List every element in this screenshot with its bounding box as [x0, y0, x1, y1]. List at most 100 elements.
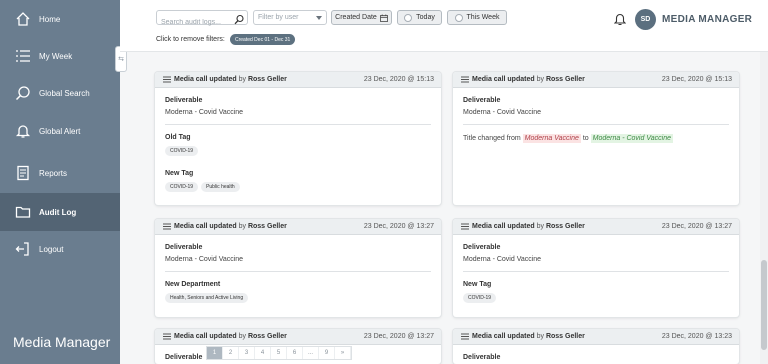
sidebar-item-label: Audit Log: [39, 207, 77, 217]
sidebar-item-audit-log[interactable]: Audit Log: [0, 193, 120, 231]
divider: [463, 271, 729, 272]
sidebar-item-global-alert[interactable]: Global Alert: [0, 112, 120, 150]
deliverable-value: Moderna - Covid Vaccine: [165, 109, 244, 116]
card-header: Media call updated by Ross Geller 23 Dec…: [155, 72, 441, 88]
toolbar: Filter by user Created Date Today This W…: [120, 0, 768, 52]
deliverable-label: Deliverable: [463, 97, 501, 104]
page-button[interactable]: 4: [255, 347, 271, 359]
card-by: by: [238, 223, 246, 230]
card-title: Media call updated by Ross Geller: [472, 223, 585, 230]
today-label: Today: [416, 14, 435, 21]
logout-icon: [13, 239, 33, 259]
card-by: by: [238, 76, 246, 83]
active-filter-chip[interactable]: Created Dec 01 - Dec 31: [230, 34, 296, 45]
section-title: New Department: [165, 281, 221, 288]
deliverable-value: Moderna - Covid Vaccine: [463, 256, 542, 263]
chevron-down-icon: [316, 16, 322, 20]
card-action: Media call updated: [174, 223, 237, 230]
folder-icon: [13, 202, 33, 222]
title-change: Title changed from Moderna Vaccine to Mo…: [463, 134, 729, 144]
avatar[interactable]: SD: [635, 9, 656, 30]
card-title: Media call updated by Ross Geller: [174, 76, 287, 83]
app-name: MEDIA MANAGER: [662, 14, 753, 25]
card-title: Media call updated by Ross Geller: [472, 333, 585, 340]
sidebar-item-label: Logout: [39, 244, 64, 254]
card-header: Media call updated by Ross Geller 23 Dec…: [453, 329, 739, 345]
user-filter-placeholder: Filter by user: [258, 14, 299, 21]
deliverable-value: Moderna - Covid Vaccine: [463, 109, 542, 116]
today-filter-button[interactable]: Today: [397, 10, 442, 25]
old-value: Moderna Vaccine: [522, 134, 581, 143]
card-action: Media call updated: [174, 76, 237, 83]
next-page-button[interactable]: »: [335, 347, 351, 359]
sidebar-item-global-search[interactable]: Global Search: [0, 74, 120, 112]
sidebar-brand: Media Manager: [13, 334, 111, 350]
search-input[interactable]: [157, 16, 231, 29]
page-button[interactable]: 5: [271, 347, 287, 359]
card-action: Media call updated: [174, 333, 237, 340]
page-button[interactable]: 1: [207, 347, 223, 359]
list-icon: [461, 223, 469, 230]
filter-hint: Click to remove filters:: [156, 36, 225, 43]
page-button[interactable]: 6: [287, 347, 303, 359]
page-button[interactable]: 3: [239, 347, 255, 359]
this-week-radio[interactable]: [454, 13, 463, 22]
notification-bell-icon[interactable]: [613, 12, 627, 26]
sidebar-item-reports[interactable]: Reports: [0, 154, 120, 192]
card-user: Ross Geller: [545, 76, 585, 83]
this-week-label: This Week: [466, 14, 500, 21]
section-title: New Tag: [165, 170, 194, 177]
created-date-button[interactable]: Created Date: [331, 10, 392, 25]
document-icon: [13, 163, 33, 183]
pagination: 1 2 3 4 5 6 ... 9 »: [206, 346, 352, 360]
sidebar-item-label: Global Alert: [39, 126, 81, 136]
search-icon[interactable]: [234, 12, 244, 25]
card-header: Media call updated by Ross Geller 23 Dec…: [155, 219, 441, 235]
sidebar: Home My Week Global Search Global Alert …: [0, 0, 120, 364]
this-week-filter-button[interactable]: This Week: [447, 10, 507, 25]
card-action: Media call updated: [472, 333, 535, 340]
search-icon: [13, 83, 33, 103]
page-button[interactable]: 9: [319, 347, 335, 359]
sidebar-item-label: Reports: [39, 168, 68, 178]
section-title: New Tag: [463, 281, 492, 288]
audit-card: Media call updated by Ross Geller 23 Dec…: [155, 219, 441, 317]
sidebar-item-home[interactable]: Home: [0, 0, 120, 38]
list-icon: [13, 46, 33, 66]
change-prefix: Title changed from: [463, 135, 521, 142]
card-title: Media call updated by Ross Geller: [174, 333, 287, 340]
deliverable-label: Deliverable: [463, 244, 501, 251]
card-title: Media call updated by Ross Geller: [472, 76, 585, 83]
card-by: by: [536, 333, 544, 340]
bell-icon: [13, 121, 33, 141]
audit-card: Media call updated by Ross Geller 23 Dec…: [453, 72, 739, 205]
scrollbar[interactable]: [760, 52, 768, 364]
list-icon: [461, 76, 469, 83]
calendar-icon: [379, 14, 388, 22]
sidebar-item-label: Home: [39, 14, 61, 24]
card-by: by: [536, 223, 544, 230]
divider: [165, 271, 431, 272]
card-date: 23 Dec, 2020 @ 13:23: [661, 333, 732, 340]
page-button[interactable]: 2: [223, 347, 239, 359]
card-user: Ross Geller: [247, 333, 287, 340]
deliverable-label: Deliverable: [463, 354, 501, 361]
deliverable-value: Moderna - Covid Vaccine: [165, 256, 244, 263]
home-icon: [13, 9, 33, 29]
today-radio[interactable]: [404, 13, 413, 22]
card-user: Ross Geller: [545, 223, 585, 230]
tag: COVID-19: [463, 293, 497, 303]
card-date: 23 Dec, 2020 @ 13:27: [363, 223, 434, 230]
scrollbar-thumb[interactable]: [761, 260, 767, 350]
card-date: 23 Dec, 2020 @ 15:13: [661, 76, 732, 83]
sidebar-item-logout[interactable]: Logout: [0, 230, 120, 268]
user-filter-select[interactable]: Filter by user: [253, 10, 327, 25]
card-header: Media call updated by Ross Geller 23 Dec…: [453, 72, 739, 88]
divider: [165, 124, 431, 125]
sidebar-item-my-week[interactable]: My Week: [0, 37, 120, 75]
list-icon: [163, 333, 171, 340]
card-user: Ross Geller: [247, 223, 287, 230]
list-icon: [163, 76, 171, 83]
divider: [463, 124, 729, 125]
card-by: by: [536, 76, 544, 83]
